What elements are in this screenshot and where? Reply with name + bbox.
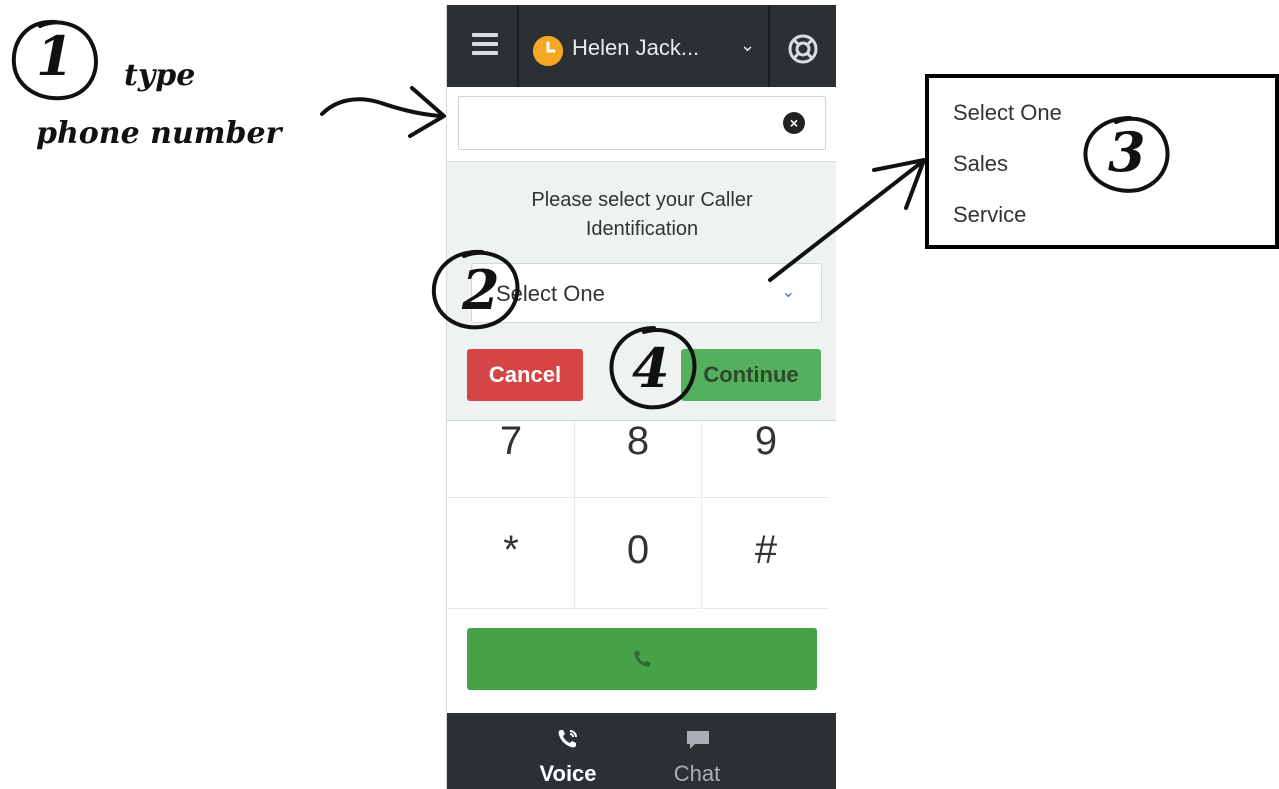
- dropdown-option[interactable]: Select One: [953, 100, 1062, 126]
- keypad-key-7[interactable]: 7: [448, 419, 575, 498]
- phone-number-input[interactable]: [459, 97, 803, 147]
- tab-chat-label: Chat: [673, 761, 721, 786]
- clear-icon[interactable]: ×: [783, 112, 805, 134]
- annotation-text-phone-number: phone number: [36, 116, 282, 151]
- phone-number-field: ×: [458, 96, 826, 150]
- cancel-button[interactable]: Cancel: [467, 349, 583, 401]
- keypad-key-star[interactable]: *: [448, 498, 575, 609]
- top-bar: Helen Jack... ⌄: [447, 5, 836, 87]
- call-button[interactable]: [467, 628, 817, 690]
- divider: [517, 5, 519, 87]
- tab-voice[interactable]: Voice: [503, 713, 633, 789]
- agent-name[interactable]: Helen Jack...: [572, 35, 699, 61]
- keypad-key-9[interactable]: 9: [703, 419, 829, 498]
- bottom-nav: Voice Chat: [447, 713, 836, 789]
- annotation-text-type: type: [124, 58, 196, 93]
- keypad-key-0[interactable]: 0: [575, 498, 702, 609]
- annotation-arrow-3: [768, 158, 926, 282]
- chevron-down-icon[interactable]: ⌄: [740, 35, 755, 56]
- voice-icon: [558, 730, 577, 748]
- dropdown-option[interactable]: Sales: [953, 151, 1008, 177]
- dropdown-option[interactable]: Service: [953, 202, 1026, 228]
- chat-icon: [687, 731, 709, 749]
- keypad-key-8[interactable]: 8: [575, 419, 702, 498]
- annotation-number-3: 3: [1108, 120, 1146, 184]
- keypad-key-hash[interactable]: #: [703, 498, 829, 609]
- caller-id-prompt: Please select your Caller Identification: [531, 189, 753, 240]
- continue-button[interactable]: Continue: [681, 349, 821, 401]
- annotation-number-2: 2: [462, 258, 500, 322]
- support-icon[interactable]: [787, 33, 819, 65]
- menu-icon: [472, 33, 498, 37]
- phone-icon: [634, 650, 651, 667]
- annotation-number-4: 4: [632, 336, 670, 400]
- menu-button[interactable]: [467, 33, 503, 63]
- divider: [768, 5, 770, 87]
- tab-chat[interactable]: Chat: [632, 713, 762, 789]
- status-clock-icon[interactable]: [533, 36, 563, 66]
- annotation-number-1: 1: [36, 24, 74, 88]
- annotation-arrow-1: [320, 86, 446, 138]
- tab-voice-label: Voice: [539, 761, 597, 786]
